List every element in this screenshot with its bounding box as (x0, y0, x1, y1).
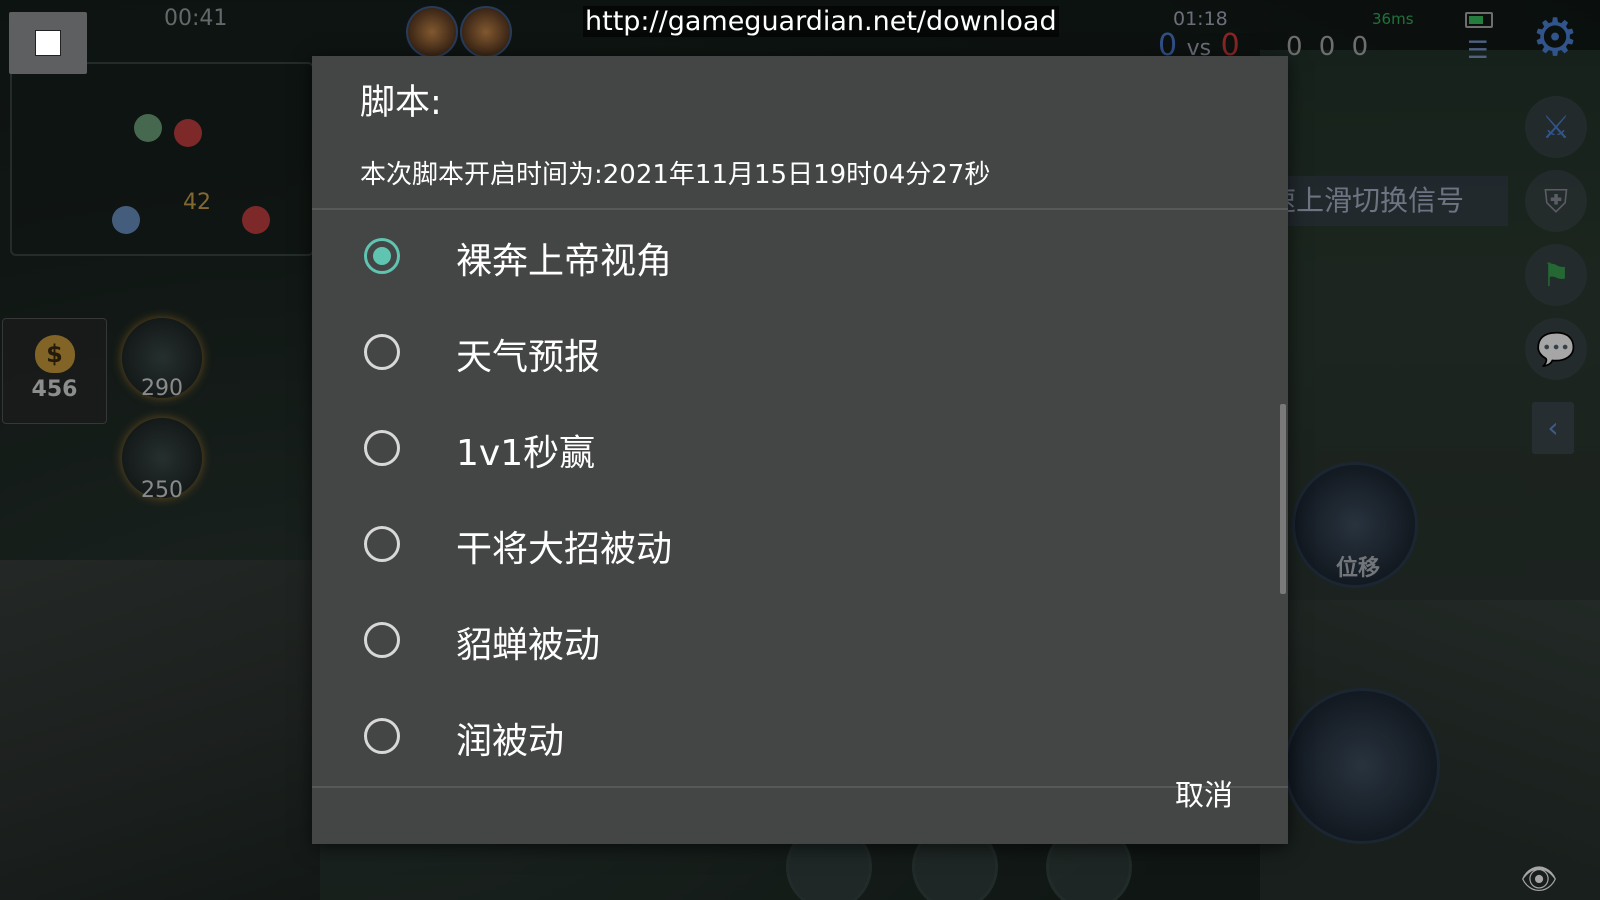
option-item[interactable]: 天气预报 (312, 306, 1288, 402)
option-item[interactable]: 干将大招被动 (312, 498, 1288, 594)
option-item[interactable]: 裸奔上帝视角 (312, 210, 1288, 306)
stop-button[interactable] (9, 12, 87, 74)
scrollbar[interactable] (1280, 404, 1286, 594)
radio-button[interactable] (364, 430, 400, 466)
option-item[interactable]: 润被动 (312, 690, 1288, 786)
download-url: http://gameguardian.net/download (583, 6, 1059, 37)
radio-button[interactable] (364, 334, 400, 370)
stop-square-icon (35, 30, 61, 56)
radio-button[interactable] (364, 526, 400, 562)
option-item[interactable]: 貂蝉被动 (312, 594, 1288, 690)
option-label: 裸奔上帝视角 (456, 241, 673, 282)
option-label: 天气预报 (456, 337, 601, 378)
option-label: 1v1秒赢 (456, 433, 596, 474)
radio-button[interactable] (364, 238, 400, 274)
options-list[interactable]: 裸奔上帝视角 天气预报 1v1秒赢 干将大招被动 貂蝉被动 润被动 (312, 210, 1288, 786)
cancel-button[interactable]: 取消 (1154, 770, 1254, 820)
script-start-time: 本次脚本开启时间为:2021年11月15日19时04分27秒 (360, 160, 991, 190)
script-dialog: 脚本: 本次脚本开启时间为:2021年11月15日19时04分27秒 裸奔上帝视… (312, 56, 1288, 844)
option-label: 貂蝉被动 (456, 625, 601, 666)
option-item[interactable]: 1v1秒赢 (312, 402, 1288, 498)
radio-button[interactable] (364, 718, 400, 754)
option-label: 干将大招被动 (456, 529, 673, 570)
option-label: 润被动 (456, 721, 565, 762)
divider (312, 786, 1288, 788)
radio-button[interactable] (364, 622, 400, 658)
dialog-title: 脚本: (360, 83, 442, 123)
